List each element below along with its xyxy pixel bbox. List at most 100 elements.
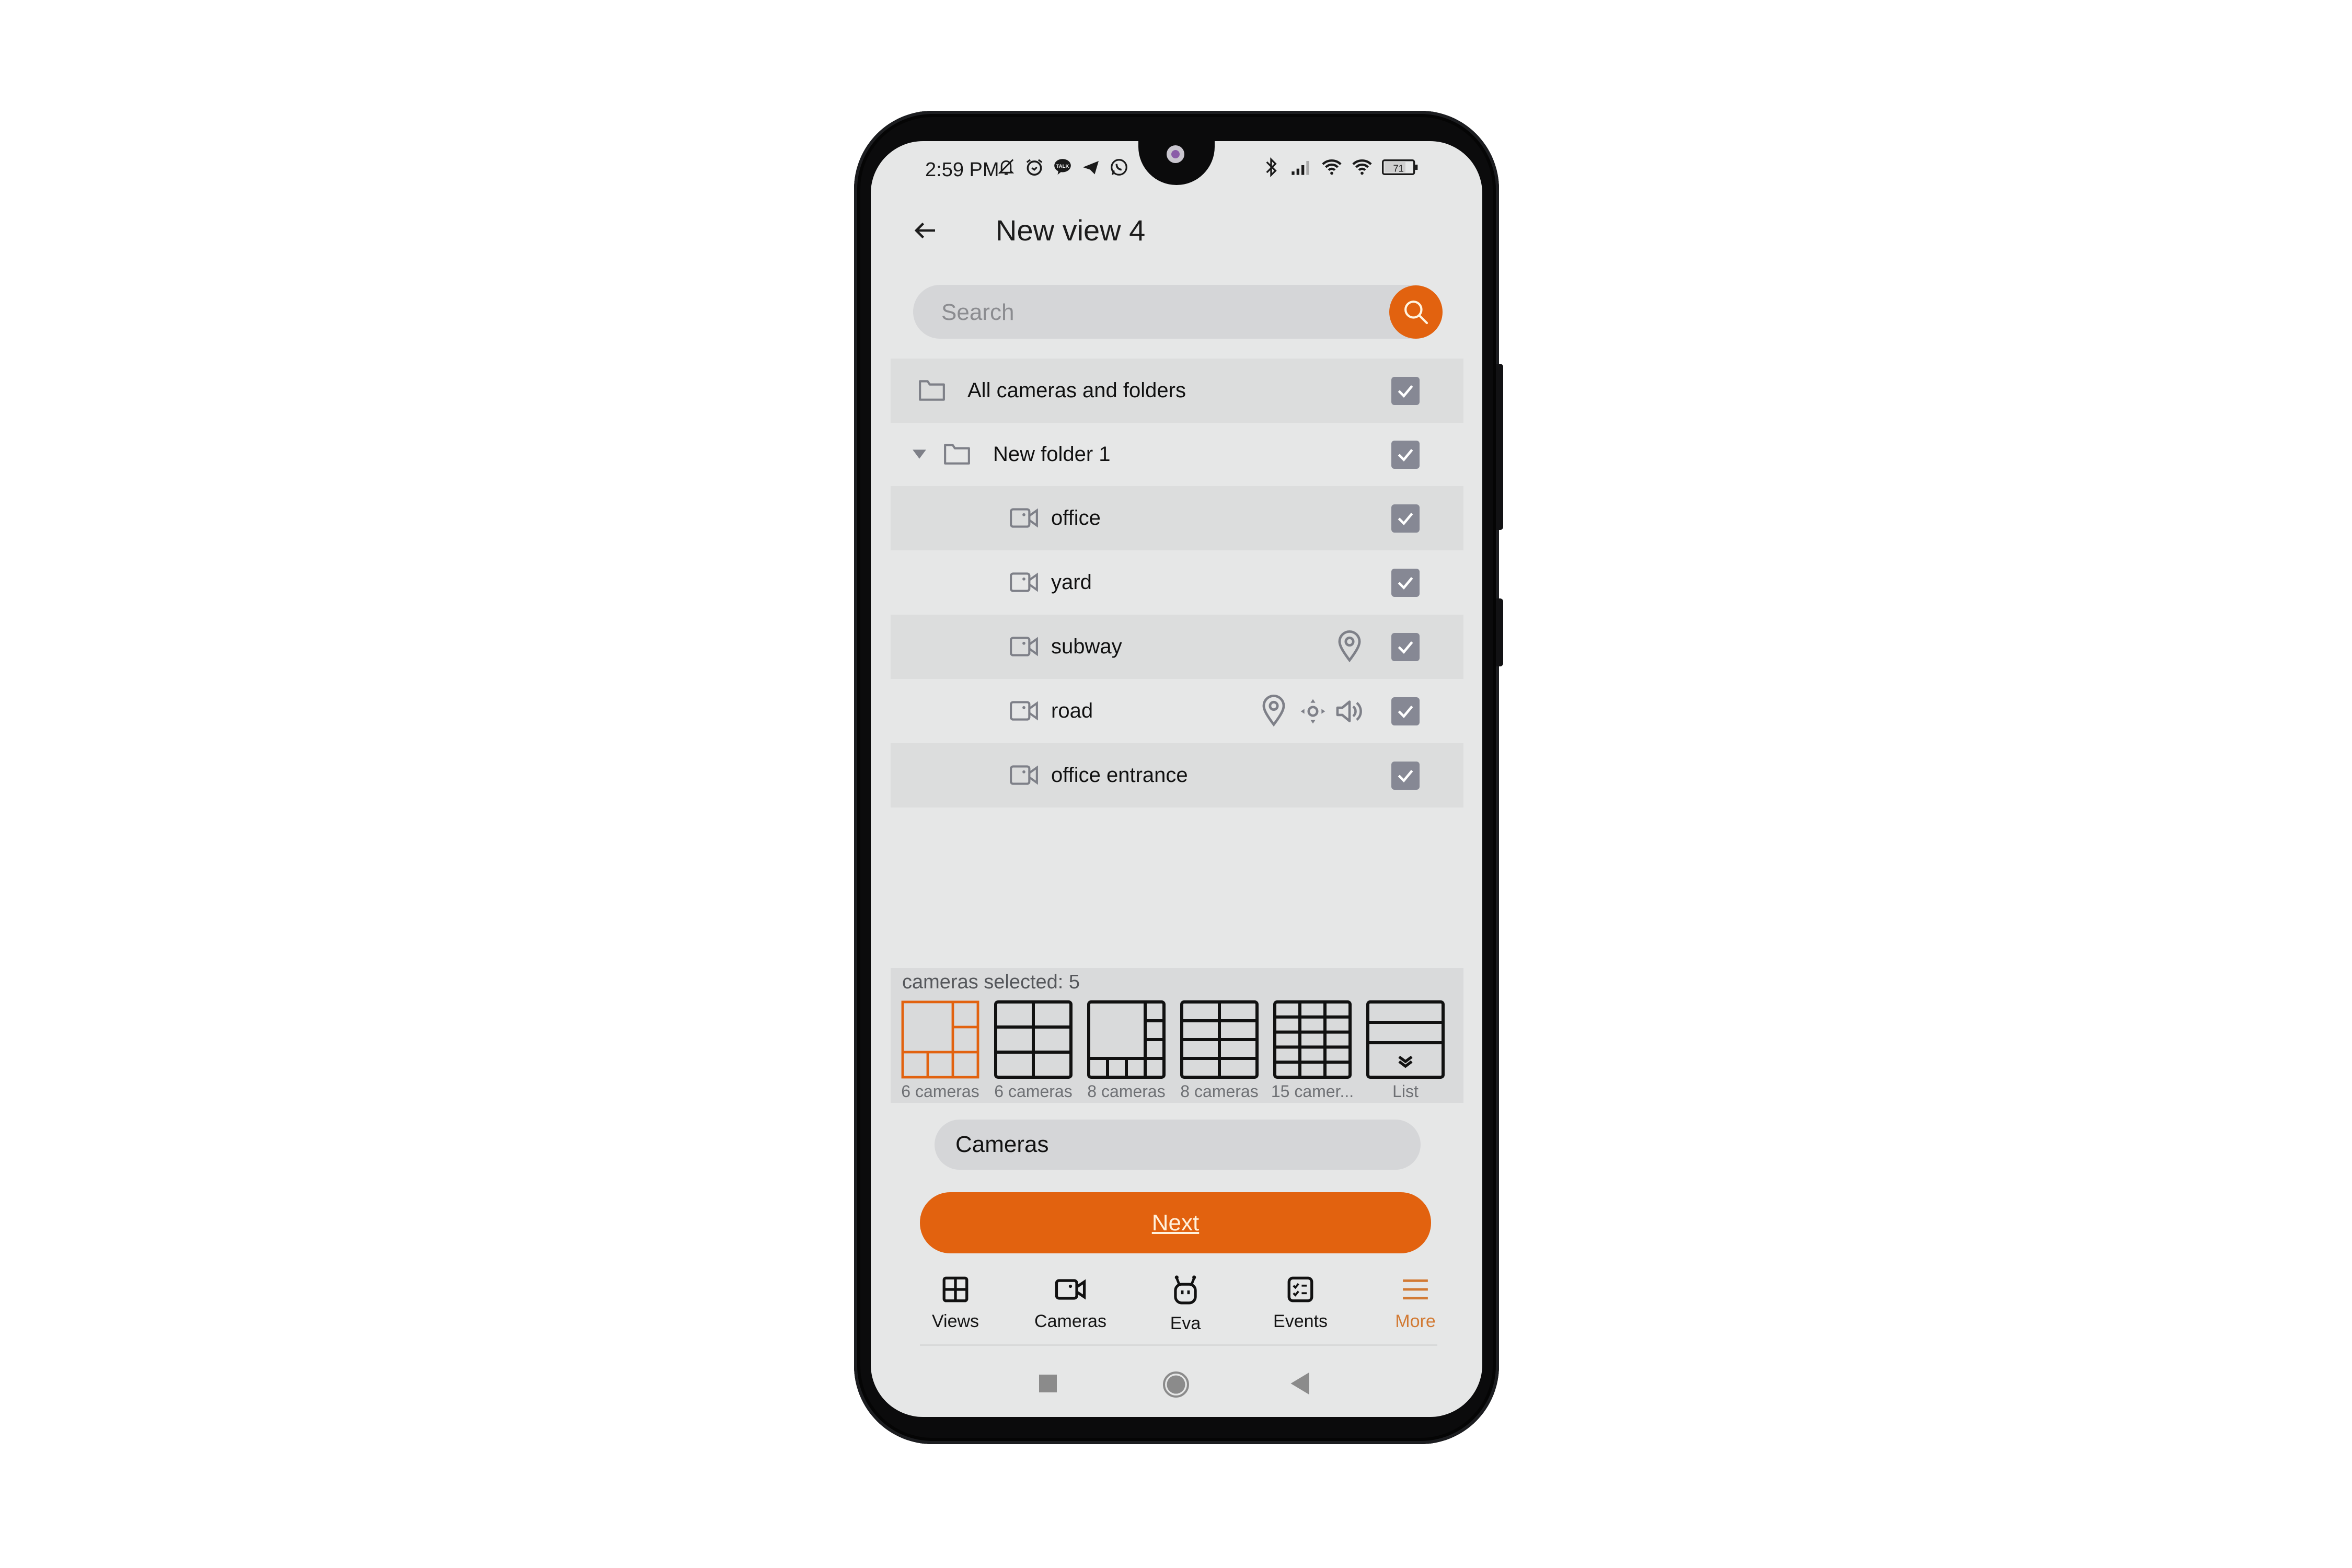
checkbox[interactable]	[1391, 377, 1420, 405]
nav-label: Events	[1273, 1311, 1328, 1331]
cameras-selected-count: cameras selected: 5	[902, 971, 1080, 993]
view-name-input[interactable]: Cameras	[935, 1120, 1421, 1170]
nav-cameras[interactable]: Cameras	[1018, 1274, 1123, 1332]
signal-icon	[1291, 157, 1312, 178]
talk-icon: TALK	[1052, 157, 1073, 178]
nav-divider	[920, 1344, 1437, 1346]
folder-icon	[918, 377, 946, 402]
triangle-back-icon	[1290, 1373, 1309, 1394]
checkbox[interactable]	[1391, 697, 1420, 725]
next-button[interactable]: Next	[920, 1192, 1431, 1253]
back-button[interactable]	[907, 212, 944, 249]
caret-down-icon[interactable]	[912, 448, 927, 460]
arrow-left-icon	[914, 222, 935, 239]
camera-row[interactable]: yard	[891, 550, 1463, 615]
robot-icon	[1174, 1275, 1197, 1305]
camera-icon	[1009, 569, 1039, 595]
layout-6-icon	[901, 1000, 979, 1079]
tree-row-all[interactable]: All cameras and folders	[891, 359, 1463, 423]
check-icon	[1398, 577, 1413, 590]
home-button[interactable]	[1162, 1370, 1190, 1401]
location-icon	[1336, 630, 1363, 663]
checkbox[interactable]	[1391, 762, 1420, 790]
layout-label: 6 cameras	[994, 1082, 1073, 1101]
nav-label: Cameras	[1034, 1311, 1106, 1331]
layout-label: 15 camer...	[1271, 1082, 1354, 1101]
whatsapp-icon	[1109, 157, 1129, 178]
wifi-icon	[1321, 157, 1342, 178]
search-input[interactable]	[940, 285, 1361, 340]
layout-option[interactable]: 6 cameras	[896, 1000, 985, 1101]
battery-icon: 71	[1382, 157, 1419, 178]
layout-label: 8 cameras	[1087, 1082, 1166, 1101]
camera-icon	[1009, 698, 1039, 724]
layout-option[interactable]: 8 cameras	[1175, 1000, 1264, 1101]
status-icons-right: 71	[1261, 157, 1419, 178]
layout-list-icon	[1366, 1000, 1445, 1079]
layout-panel: cameras selected: 5 6 cameras 6 cameras …	[891, 968, 1463, 1103]
checkbox[interactable]	[1391, 504, 1420, 533]
camera-icon	[1009, 505, 1039, 531]
nav-more[interactable]: More	[1363, 1274, 1468, 1332]
tree-row-label: New folder 1	[993, 443, 1111, 466]
wifi-icon	[1352, 157, 1373, 178]
camera-row[interactable]: office	[891, 486, 1463, 550]
camera-label: yard	[1051, 571, 1092, 594]
checkbox[interactable]	[1391, 569, 1420, 597]
checkbox[interactable]	[1391, 633, 1420, 661]
nav-events[interactable]: Events	[1248, 1274, 1353, 1332]
status-icons-left: TALK	[996, 157, 1129, 178]
search-bar	[913, 285, 1441, 340]
nav-label: Views	[931, 1311, 979, 1331]
layout-option[interactable]: List	[1361, 1000, 1450, 1101]
nav-eva[interactable]: Eva	[1133, 1274, 1238, 1334]
power-button	[1496, 598, 1503, 666]
bell-off-icon	[996, 157, 1017, 178]
layout-option[interactable]: 8 cameras	[1082, 1000, 1171, 1101]
nav-label: Eva	[1170, 1313, 1201, 1333]
square-icon	[1039, 1375, 1057, 1392]
bluetooth-icon	[1261, 157, 1282, 178]
search-icon	[1404, 301, 1428, 325]
tree-row-label: All cameras and folders	[967, 379, 1186, 402]
menu-icon	[1403, 1279, 1428, 1300]
layout-option[interactable]: 6 cameras	[989, 1000, 1078, 1101]
nav-label: More	[1395, 1311, 1436, 1331]
tree-row-folder[interactable]: New folder 1	[891, 422, 1463, 487]
back-system-button[interactable]	[1290, 1373, 1309, 1397]
check-icon	[1398, 641, 1413, 654]
layout-8-icon	[1087, 1000, 1166, 1079]
layout-label: 6 cameras	[901, 1082, 979, 1101]
camera-row[interactable]: office entrance	[891, 743, 1463, 808]
ptz-icon	[1298, 697, 1328, 726]
layout-6-grid-icon	[994, 1000, 1073, 1079]
layout-option[interactable]: 15 camer...	[1268, 1000, 1357, 1101]
camera-row[interactable]: subway	[891, 615, 1463, 679]
location-icon	[1261, 695, 1287, 727]
layout-15-icon	[1273, 1000, 1352, 1079]
camera-row[interactable]: road	[891, 679, 1463, 743]
camera-label: subway	[1051, 635, 1122, 658]
check-icon	[1398, 385, 1413, 398]
folder-icon	[943, 441, 971, 466]
page-title: New view 4	[996, 214, 1146, 247]
views-grid-icon	[942, 1276, 969, 1302]
checkbox[interactable]	[1391, 441, 1420, 469]
circle-icon	[1163, 1371, 1189, 1398]
layout-label: 8 cameras	[1180, 1082, 1259, 1101]
layout-8-grid-icon	[1180, 1000, 1259, 1079]
battery-level: 71	[1393, 163, 1403, 174]
status-time: 2:59 PM	[925, 159, 999, 181]
view-name-value: Cameras	[955, 1132, 1049, 1157]
svg-text:TALK: TALK	[1056, 164, 1069, 169]
alarm-icon	[1024, 157, 1045, 178]
search-button[interactable]	[1389, 285, 1443, 339]
telegram-icon	[1080, 157, 1101, 178]
check-icon	[1398, 512, 1413, 526]
layout-label: List	[1392, 1082, 1419, 1101]
system-nav	[871, 1359, 1482, 1406]
nav-views[interactable]: Views	[903, 1274, 1008, 1332]
recents-button[interactable]	[1039, 1375, 1057, 1395]
camera-icon	[1009, 762, 1039, 788]
bottom-nav: Views Cameras Eva Events More	[891, 1265, 1463, 1348]
